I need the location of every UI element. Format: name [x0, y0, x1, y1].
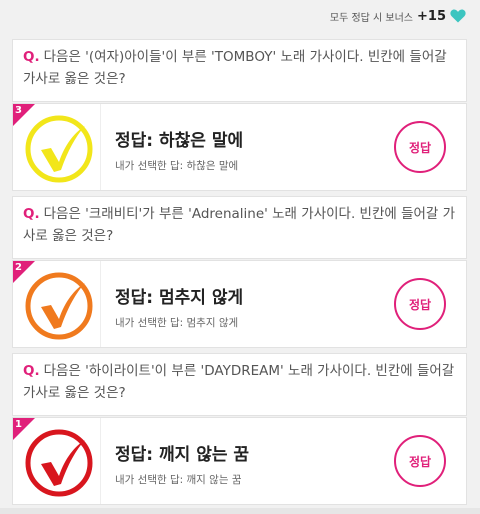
answer-card: 3 정답: 하찮은 말에 내가 선택한 답: 하찮은 말에 정답: [12, 103, 467, 191]
answer-thumbnail: 3: [13, 104, 101, 190]
bonus-bar: 모두 정답 시 보너스 +15: [330, 6, 466, 26]
answer-button[interactable]: 정답: [394, 121, 446, 173]
answer-card: 2 정답: 멈추지 않게 내가 선택한 답: 멈추지 않게 정답: [12, 260, 467, 348]
answer-thumbnail: 1: [13, 418, 101, 504]
bonus-label: 모두 정답 시 보너스: [329, 12, 414, 24]
bonus-value: +15: [417, 8, 446, 24]
rank-number: 1: [15, 419, 22, 430]
answer-thumbnail: 2: [13, 261, 101, 347]
question-text: 다음은 '(여자)아이들'이 부른 'TOMBOY' 노래 가사이다. 빈칸에 …: [23, 49, 447, 87]
selected-answer: 내가 선택한 답: 멈추지 않게: [115, 317, 239, 329]
answer-card: 1 정답: 깨지 않는 꿈 내가 선택한 답: 깨지 않는 꿈 정답: [12, 417, 467, 505]
question-mark-label: Q.: [23, 49, 40, 65]
answer-title: 정답: 멈추지 않게: [115, 288, 244, 308]
answer-title: 정답: 깨지 않는 꿈: [115, 445, 250, 465]
selected-answer: 내가 선택한 답: 하찮은 말에: [115, 160, 239, 172]
question-text: 다음은 '하이라이트'이 부른 'DAYDREAM' 노래 가사이다. 빈칸에 …: [23, 363, 455, 401]
selected-answer: 내가 선택한 답: 깨지 않는 꿈: [115, 474, 242, 486]
question-card: Q. 다음은 '크래비티'가 부른 'Adrenaline' 노래 가사이다. 빈…: [12, 196, 467, 259]
question-card: Q. 다음은 '하이라이트'이 부른 'DAYDREAM' 노래 가사이다. 빈칸…: [12, 353, 467, 416]
question-text: 다음은 '크래비티'가 부른 'Adrenaline' 노래 가사이다. 빈칸에…: [23, 206, 456, 244]
rank-number: 3: [15, 105, 22, 116]
answer-button[interactable]: 정답: [394, 435, 446, 487]
question-mark-label: Q.: [23, 363, 40, 379]
rank-number: 2: [15, 262, 22, 273]
answer-title: 정답: 하찮은 말에: [115, 131, 244, 151]
heart-icon: [450, 9, 466, 23]
answer-button[interactable]: 정답: [394, 278, 446, 330]
bottom-divider: [0, 508, 480, 514]
question-mark-label: Q.: [23, 206, 40, 222]
question-card: Q. 다음은 '(여자)아이들'이 부른 'TOMBOY' 노래 가사이다. 빈칸…: [12, 39, 467, 102]
